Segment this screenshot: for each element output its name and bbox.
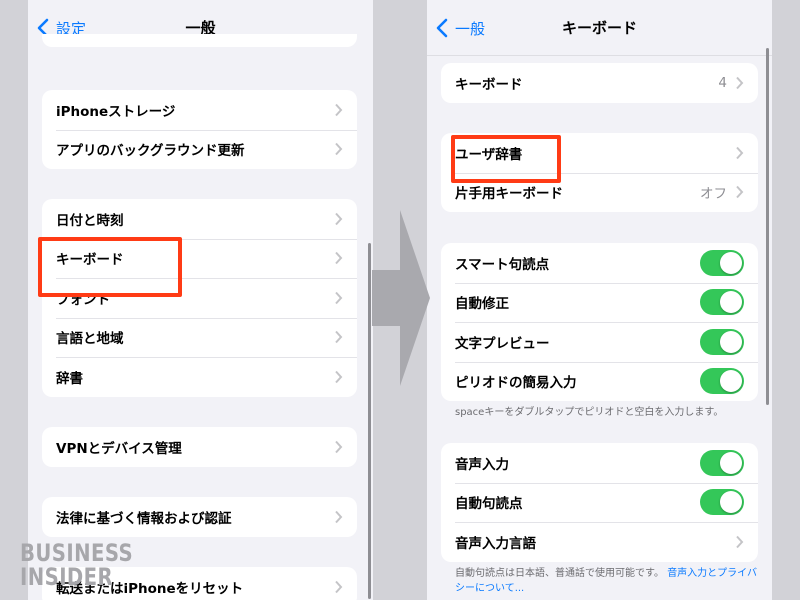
character-preview-toggle[interactable] xyxy=(700,328,744,355)
highlight-user-dictionary xyxy=(451,135,561,183)
keyboard-settings-screen: 一般 キーボード キーボード 4 ユーザ辞書 片手用キーボード オフ スマート句… xyxy=(427,0,772,600)
row-period-shortcut: ピリオドの簡易入力 xyxy=(441,361,758,402)
row-keyboards[interactable]: キーボード 4 xyxy=(441,63,758,103)
one-handed-value: オフ xyxy=(700,186,727,203)
dictation-toggle[interactable] xyxy=(700,449,744,476)
chevron-right-icon xyxy=(335,252,343,265)
row-label: 音声入力 xyxy=(455,456,509,473)
dictation-footnote-text: 自動句読点は日本語、普通話で使用可能です。 xyxy=(455,568,664,579)
smart-punctuation-toggle[interactable] xyxy=(700,249,744,276)
keyboard-group-toggles: スマート句読点 自動修正 文字プレビュー ピリオドの簡易入力 xyxy=(441,243,758,401)
chevron-right-icon xyxy=(335,440,343,453)
row-auto-punctuation: 自動句読点 xyxy=(441,482,758,523)
chevron-right-icon xyxy=(736,186,744,199)
row-background-refresh[interactable]: アプリのバックグラウンド更新 xyxy=(42,129,357,170)
row-label: アプリのバックグラウンド更新 xyxy=(56,143,245,160)
highlight-keyboard xyxy=(38,237,182,297)
row-label: iPhoneストレージ xyxy=(56,103,176,120)
chevron-right-icon xyxy=(335,331,343,344)
row-label: 法律に基づく情報および認証 xyxy=(56,510,232,527)
chevron-right-icon xyxy=(335,370,343,383)
auto-punctuation-toggle[interactable] xyxy=(700,489,744,516)
watermark-line-2: INSIDER xyxy=(20,563,114,591)
settings-group-legal: 法律に基づく情報および認証 xyxy=(42,497,357,537)
nav-bar: 設定 一般 xyxy=(28,0,373,56)
auto-correction-toggle[interactable] xyxy=(700,289,744,316)
keyboard-group-dictation: 音声入力 自動句読点 音声入力言語 xyxy=(441,443,758,562)
row-smart-punctuation: スマート句読点 xyxy=(441,243,758,283)
row-label: スマート句読点 xyxy=(455,256,550,273)
row-label: キーボード xyxy=(455,76,523,93)
row-legal-regulatory[interactable]: 法律に基づく情報および認証 xyxy=(42,497,357,537)
arrow-right-icon xyxy=(372,210,430,386)
settings-group-vpn: VPNとデバイス管理 xyxy=(42,427,357,467)
chevron-right-icon xyxy=(736,76,744,89)
row-label: 日付と時刻 xyxy=(56,212,124,229)
scrollbar[interactable] xyxy=(368,243,371,599)
row-character-preview: 文字プレビュー xyxy=(441,322,758,362)
row-label: ピリオドの簡易入力 xyxy=(455,375,577,392)
row-date-time[interactable]: 日付と時刻 xyxy=(42,199,357,239)
row-label: 辞書 xyxy=(56,370,83,387)
row-label: 自動修正 xyxy=(455,296,509,313)
period-shortcut-toggle[interactable] xyxy=(700,368,744,395)
settings-group-datetime: 日付と時刻 キーボード フォント 言語と地域 辞書 xyxy=(42,199,357,397)
settings-general-screen: 設定 一般 iPhoneストレージ アプリのバックグラウンド更新 日付と時刻 キ… xyxy=(28,0,373,600)
period-shortcut-footnote: spaceキーをダブルタップでピリオドと空白を入力します。 xyxy=(455,407,724,418)
dictation-footnote: 自動句読点は日本語、普通話で使用可能です。 音声入力とプライバシーについて... xyxy=(455,566,765,596)
row-label: VPNとデバイス管理 xyxy=(56,440,182,457)
business-insider-watermark: BUSINESS INSIDER xyxy=(20,541,140,589)
row-language-region[interactable]: 言語と地域 xyxy=(42,317,357,358)
row-label: 自動句読点 xyxy=(455,496,523,513)
keyboard-group-keyboards: キーボード 4 xyxy=(441,63,758,103)
chevron-right-icon xyxy=(335,143,343,156)
row-iphone-storage[interactable]: iPhoneストレージ xyxy=(42,90,357,130)
chevron-right-icon xyxy=(335,580,343,593)
row-dictation: 音声入力 xyxy=(441,443,758,483)
row-auto-correction: 自動修正 xyxy=(441,282,758,323)
watermark-line-1: BUSINESS xyxy=(20,539,134,567)
chevron-right-icon xyxy=(335,510,343,523)
chevron-right-icon xyxy=(335,103,343,116)
settings-group-partial xyxy=(42,34,357,47)
row-label: 音声入力言語 xyxy=(455,535,536,552)
chevron-right-icon xyxy=(335,212,343,225)
row-label: 言語と地域 xyxy=(56,331,124,348)
chevron-right-icon xyxy=(736,146,744,159)
row-vpn-device-management[interactable]: VPNとデバイス管理 xyxy=(42,427,357,467)
keyboard-count: 4 xyxy=(718,74,727,91)
scrollbar[interactable] xyxy=(766,48,769,405)
row-label: 文字プレビュー xyxy=(455,335,550,352)
chevron-right-icon xyxy=(736,535,744,548)
row-dictionary[interactable]: 辞書 xyxy=(42,357,357,397)
row-dictation-languages[interactable]: 音声入力言語 xyxy=(441,522,758,562)
settings-group-storage: iPhoneストレージ アプリのバックグラウンド更新 xyxy=(42,90,357,169)
nav-bar: 一般 キーボード xyxy=(427,0,772,56)
nav-divider xyxy=(427,55,772,56)
row-label: 片手用キーボード xyxy=(455,186,563,203)
chevron-right-icon xyxy=(335,291,343,304)
page-title: キーボード xyxy=(561,19,637,37)
